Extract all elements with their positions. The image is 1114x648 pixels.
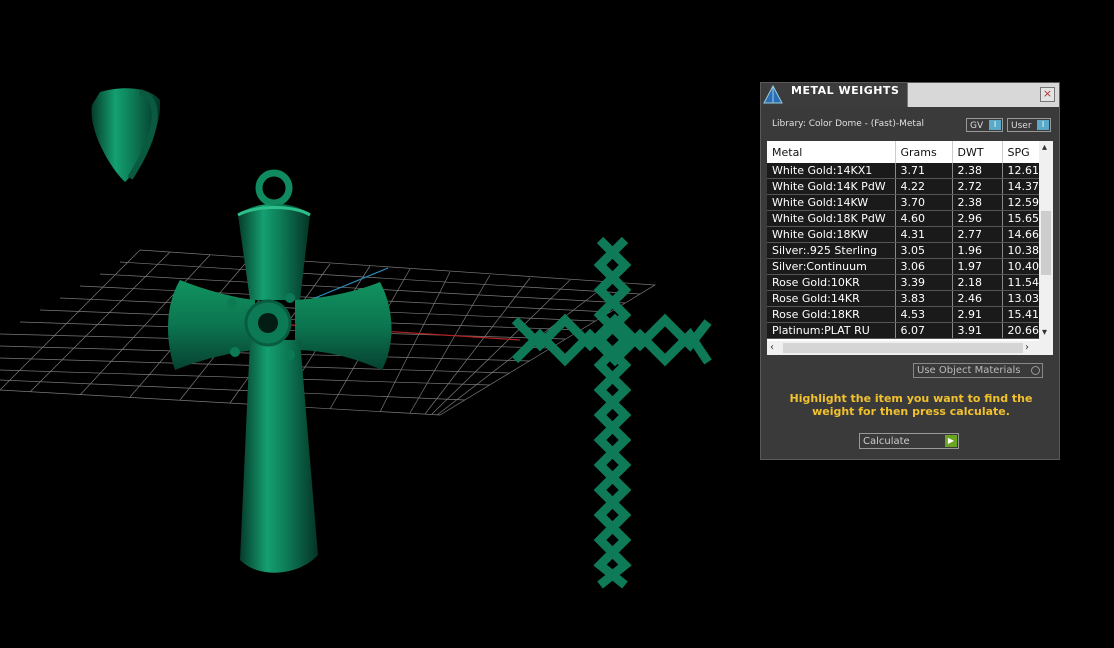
table-row[interactable]: White Gold:14KX1 3.71 2.38 12.61	[767, 163, 1040, 179]
use-object-materials-label: Use Object Materials	[917, 365, 1021, 376]
table-cell: Rose Gold:10KR	[767, 274, 896, 291]
lattice-cross-model[interactable]	[511, 236, 712, 589]
table-cell: 3.91	[952, 322, 1003, 339]
close-icon[interactable]: ×	[1040, 87, 1055, 102]
table-cell: 1.96	[952, 242, 1003, 259]
table-cell: 3.05	[895, 242, 953, 259]
scroll-down-icon[interactable]: ▾	[1042, 327, 1047, 339]
table-cell: 12.59	[1002, 194, 1040, 211]
bail-model[interactable]	[91, 88, 161, 182]
table-cell: 3.83	[895, 290, 953, 307]
table-cell: White Gold:14K PdW	[767, 178, 896, 195]
table-cell: Silver:.925 Sterling	[767, 242, 896, 259]
calculate-button[interactable]: Calculate ▶	[859, 433, 959, 449]
metal-weights-panel: METAL WEIGHTS × Library: Color Dome - (F…	[760, 82, 1060, 460]
table-cell: 4.22	[895, 178, 953, 195]
gv-toggle-label: GV	[970, 121, 984, 131]
instruction-text: Highlight the item you want to find the …	[789, 392, 1033, 418]
table-cell: 14.66	[1002, 226, 1040, 243]
scroll-up-icon[interactable]: ▴	[1042, 142, 1047, 154]
table-row[interactable]: White Gold:18K PdW 4.60 2.96 15.65	[767, 210, 1040, 227]
table-cell: 2.18	[952, 274, 1003, 291]
user-toggle[interactable]: User I	[1007, 118, 1051, 132]
table-cell: 3.06	[895, 258, 953, 275]
table-cell: 4.60	[895, 210, 953, 227]
table-cell: Rose Gold:18KR	[767, 306, 896, 323]
table-cell: White Gold:14KW	[767, 194, 896, 211]
table-cell: 6.07	[895, 322, 953, 339]
calculate-label: Calculate	[863, 436, 910, 447]
table-cell: Platinum:PLAT RU	[767, 322, 896, 339]
toggle-knob-icon: I	[989, 120, 1001, 130]
vertical-scrollbar[interactable]: ▴ ▾	[1039, 141, 1053, 341]
table-cell: White Gold:14KX1	[767, 163, 896, 179]
panel-title: METAL WEIGHTS	[791, 84, 900, 97]
table-cell: 2.38	[952, 163, 1003, 179]
table-cell: Silver:Continuum	[767, 258, 896, 275]
scrollbar-thumb[interactable]	[1041, 211, 1051, 275]
table-cell: 20.66	[1002, 322, 1040, 339]
gv-toggle[interactable]: GV I	[966, 118, 1003, 132]
table-row[interactable]: Rose Gold:18KR 4.53 2.91 15.41	[767, 306, 1040, 323]
use-object-materials-button[interactable]: Use Object Materials	[913, 363, 1043, 378]
table-cell: 11.54	[1002, 274, 1040, 291]
table-cell: 15.41	[1002, 306, 1040, 323]
table-cell: White Gold:18K PdW	[767, 210, 896, 227]
radio-icon	[1031, 366, 1040, 375]
table-cell: 14.37	[1002, 178, 1040, 195]
app-logo-icon	[763, 84, 783, 104]
table-cell: 2.72	[952, 178, 1003, 195]
scroll-right-icon[interactable]: ›	[1025, 342, 1029, 354]
table-cell: 1.97	[952, 258, 1003, 275]
table-row[interactable]: Platinum:PLAT RU 6.07 3.91 20.66	[767, 322, 1040, 339]
table-cell: 4.53	[895, 306, 953, 323]
table-cell: 2.96	[952, 210, 1003, 227]
table-cell: Rose Gold:14KR	[767, 290, 896, 307]
table-row[interactable]: White Gold:18KW 4.31 2.77 14.66	[767, 226, 1040, 243]
table-cell: 10.40	[1002, 258, 1040, 275]
table-row[interactable]: Rose Gold:14KR 3.83 2.46 13.03	[767, 290, 1040, 307]
column-header[interactable]: SPG	[1002, 141, 1040, 163]
table-row[interactable]: Silver:.925 Sterling 3.05 1.96 10.38	[767, 242, 1040, 259]
user-toggle-label: User	[1011, 121, 1032, 131]
table-row[interactable]: White Gold:14K PdW 4.22 2.72 14.37	[767, 178, 1040, 195]
table-cell: 3.39	[895, 274, 953, 291]
play-arrow-icon: ▶	[945, 435, 957, 447]
table-cell: 12.61	[1002, 163, 1040, 179]
table-cell: 4.31	[895, 226, 953, 243]
panel-titlebar[interactable]: METAL WEIGHTS ×	[761, 83, 1059, 107]
column-header[interactable]: Grams	[895, 141, 953, 163]
table-cell: 13.03	[1002, 290, 1040, 307]
table-cell: 2.46	[952, 290, 1003, 307]
table-row[interactable]: Silver:Continuum 3.06 1.97 10.40	[767, 258, 1040, 275]
table-cell: 2.91	[952, 306, 1003, 323]
table-cell: White Gold:18KW	[767, 226, 896, 243]
column-header[interactable]: Metal	[767, 141, 896, 163]
column-header[interactable]: DWT	[952, 141, 1003, 163]
table-row[interactable]: Rose Gold:10KR 3.39 2.18 11.54	[767, 274, 1040, 291]
library-label: Library: Color Dome - (Fast)-Metal	[772, 119, 924, 129]
table-cell: 3.70	[895, 194, 953, 211]
table-cell: 10.38	[1002, 242, 1040, 259]
table-row[interactable]: White Gold:14KW 3.70 2.38 12.59	[767, 194, 1040, 211]
toggle-knob-icon: I	[1037, 120, 1049, 130]
scrollbar-thumb[interactable]	[783, 343, 1023, 353]
table-cell: 15.65	[1002, 210, 1040, 227]
scroll-left-icon[interactable]: ‹	[770, 342, 774, 354]
table-cell: 2.77	[952, 226, 1003, 243]
horizontal-scrollbar[interactable]: ‹ ›	[767, 341, 1053, 355]
metal-table: Metal Grams DWT SPG White Gold:14KX1 3.71 2.3…	[767, 141, 1053, 355]
table-header-row: Metal Grams DWT SPG	[767, 141, 1040, 163]
table-cell: 2.38	[952, 194, 1003, 211]
table-cell: 3.71	[895, 163, 953, 179]
